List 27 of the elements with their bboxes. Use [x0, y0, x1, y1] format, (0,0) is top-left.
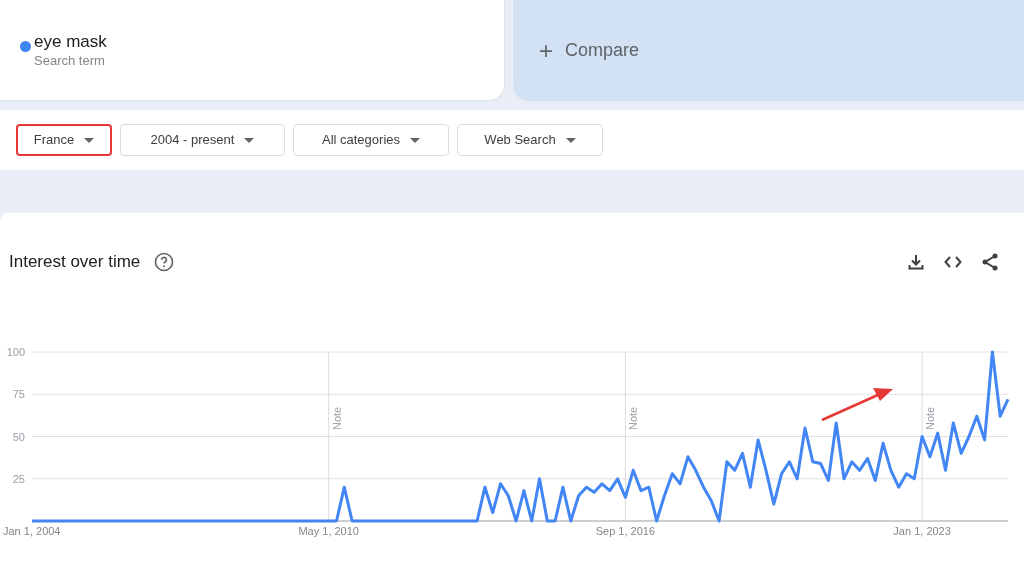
filter-dropdown[interactable]: France: [16, 124, 112, 156]
search-term: eye mask: [34, 31, 107, 53]
search-term-subtitle: Search term: [34, 53, 106, 69]
filter-dropdown[interactable]: Web Search: [457, 124, 603, 156]
y-axis-label: 100: [6, 346, 25, 358]
compare-button[interactable]: + Compare: [513, 0, 1024, 101]
caret-icon: [84, 137, 95, 143]
embed-icon[interactable]: [944, 255, 962, 269]
y-axis-label: 50: [12, 430, 25, 443]
caret-icon: [565, 137, 576, 143]
chart-title: Interest over time: [9, 251, 141, 274]
x-axis-label: Sep 1, 2016: [595, 525, 656, 537]
y-axis-label: 75: [12, 388, 25, 401]
note-label: Note: [924, 406, 937, 430]
download-icon[interactable]: [907, 253, 925, 271]
note-label: Note: [627, 406, 640, 430]
x-axis-label: Jan 1, 2023: [893, 525, 951, 537]
filter-dropdown[interactable]: 2004 - present: [120, 124, 285, 156]
note-label: Note: [330, 406, 343, 430]
caret-icon: [410, 137, 420, 143]
filter-dropdown[interactable]: All categories: [293, 124, 449, 156]
help-icon[interactable]: [154, 252, 175, 272]
y-axis-label: 25: [12, 472, 25, 485]
x-axis-label: Jan 1, 2004: [3, 525, 61, 537]
x-axis-label: May 1, 2010: [298, 525, 359, 537]
share-icon[interactable]: [981, 252, 999, 272]
caret-icon: [244, 137, 255, 143]
